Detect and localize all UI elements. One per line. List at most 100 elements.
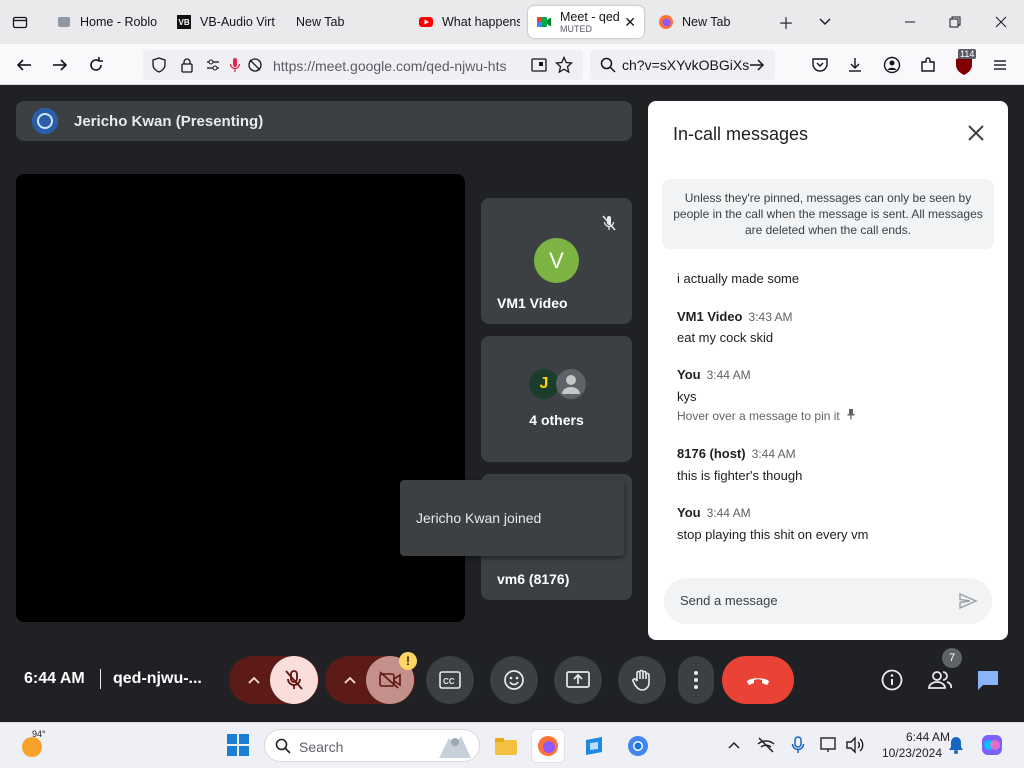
go-arrow-icon[interactable] bbox=[749, 57, 765, 78]
back-arrow-icon[interactable] bbox=[12, 53, 36, 77]
message-sender: VM1 Video bbox=[677, 309, 743, 324]
reactions-button[interactable] bbox=[490, 656, 538, 704]
close-window-icon[interactable] bbox=[991, 12, 1011, 32]
tab-vb-audio[interactable]: VB VB-Audio Virt bbox=[168, 6, 280, 38]
more-options-button[interactable] bbox=[678, 656, 714, 704]
microphone-red-icon[interactable] bbox=[227, 57, 243, 78]
message-sender: You bbox=[677, 367, 701, 382]
reload-icon[interactable] bbox=[84, 53, 108, 77]
send-icon[interactable] bbox=[958, 591, 978, 611]
tab-list-icon[interactable] bbox=[10, 12, 30, 32]
tab-new-2[interactable]: New Tab bbox=[650, 6, 760, 38]
close-tab-icon[interactable]: ✕ bbox=[624, 14, 636, 31]
account-icon[interactable] bbox=[880, 53, 904, 77]
chrome-icon[interactable] bbox=[622, 730, 654, 762]
mic-toggle-button[interactable] bbox=[270, 656, 318, 704]
audio-options-chevron-icon[interactable] bbox=[241, 656, 267, 704]
message-sender: You bbox=[677, 505, 701, 520]
meeting-info-button[interactable] bbox=[868, 656, 916, 704]
pocket-icon[interactable] bbox=[808, 53, 832, 77]
chat-panel: In-call messages Unless they're pinned, … bbox=[648, 101, 1008, 640]
presentation-video[interactable] bbox=[16, 174, 465, 622]
end-call-icon bbox=[745, 673, 771, 687]
chat-message-text[interactable]: this is fighter's though bbox=[677, 468, 802, 483]
pin-icon[interactable] bbox=[846, 408, 856, 423]
microphone-tray-icon[interactable] bbox=[788, 735, 808, 755]
address-bar[interactable]: https://meet.google.com/qed-njwu-hts bbox=[143, 50, 583, 80]
app-blue-icon[interactable] bbox=[578, 730, 610, 762]
menu-hamburger-icon[interactable] bbox=[988, 53, 1012, 77]
search-text[interactable]: ch?v=sXYvkOBGiXs bbox=[622, 57, 749, 73]
chat-message-text[interactable]: kys bbox=[677, 389, 697, 404]
url-text[interactable]: https://meet.google.com/qed-njwu-hts bbox=[273, 58, 506, 74]
video-options-chevron-icon[interactable] bbox=[337, 656, 363, 704]
display-icon[interactable] bbox=[820, 735, 840, 755]
present-screen-button[interactable] bbox=[554, 656, 602, 704]
message-sender: 8176 (host) bbox=[677, 446, 746, 461]
tab-label: New Tab bbox=[296, 15, 345, 29]
captions-button[interactable]: CC bbox=[426, 656, 474, 704]
new-tab-plus-icon[interactable]: ＋ bbox=[776, 12, 796, 33]
chat-button[interactable] bbox=[964, 656, 1012, 704]
firefox-taskbar-icon[interactable] bbox=[532, 730, 564, 762]
search-icon bbox=[275, 738, 291, 759]
chat-message-header: You 3:44 AM bbox=[677, 367, 751, 382]
windows-start-icon[interactable] bbox=[226, 733, 250, 757]
camera-blocked-icon[interactable] bbox=[247, 57, 263, 78]
tab-meet[interactable]: Meet - qed MUTED ✕ bbox=[528, 6, 644, 38]
shield-icon[interactable] bbox=[151, 57, 167, 78]
tab-new-1[interactable]: New Tab bbox=[288, 6, 398, 38]
lock-icon[interactable] bbox=[179, 57, 195, 78]
file-explorer-icon[interactable] bbox=[490, 730, 522, 762]
chat-message-text[interactable]: i actually made some bbox=[677, 271, 799, 286]
temperature: 94° bbox=[32, 729, 46, 739]
tray-overflow-chevron-icon[interactable] bbox=[724, 735, 744, 755]
chat-message-text[interactable]: eat my cock skid bbox=[677, 330, 773, 345]
download-icon[interactable] bbox=[843, 53, 867, 77]
closed-captions-icon: CC bbox=[439, 671, 461, 689]
search-bar[interactable]: ch?v=sXYvkOBGiXs bbox=[590, 50, 775, 80]
tab-youtube[interactable]: What happens bbox=[410, 6, 520, 38]
taskbar-search-label: Search bbox=[299, 739, 344, 755]
minimize-icon[interactable] bbox=[900, 12, 920, 32]
bookmark-star-icon[interactable] bbox=[554, 55, 574, 79]
tab-label: New Tab bbox=[682, 15, 731, 29]
meet-icon bbox=[536, 14, 552, 30]
raise-hand-button[interactable] bbox=[618, 656, 666, 704]
chat-message-text[interactable]: stop playing this shit on every vm bbox=[677, 527, 868, 542]
notification-bell-icon[interactable] bbox=[946, 735, 966, 755]
taskbar-clock-time[interactable]: 6:44 AM bbox=[890, 730, 950, 744]
reader-view-icon[interactable] bbox=[531, 57, 547, 78]
chat-message-header: 8176 (host) 3:44 AM bbox=[677, 446, 796, 461]
copilot-icon[interactable] bbox=[980, 733, 1004, 757]
participant-tile-vm1[interactable]: V VM1 Video bbox=[481, 198, 632, 324]
participant-tile-others[interactable]: J 4 others bbox=[481, 336, 632, 462]
extensions-puzzle-icon[interactable] bbox=[916, 53, 940, 77]
taskbar-search[interactable]: Search bbox=[264, 729, 480, 762]
permissions-icon[interactable] bbox=[205, 57, 221, 78]
meeting-code[interactable]: qed-njwu-... bbox=[113, 670, 202, 688]
pin-hint: Hover over a message to pin it bbox=[677, 408, 856, 423]
others-count-label: 4 others bbox=[529, 412, 584, 428]
volume-icon[interactable] bbox=[845, 735, 865, 755]
chat-title: In-call messages bbox=[673, 124, 809, 144]
browser-nav-bar: https://meet.google.com/qed-njwu-hts ch?… bbox=[0, 44, 1024, 85]
default-person-avatar-icon bbox=[556, 369, 586, 399]
hand-icon bbox=[631, 668, 653, 692]
restore-icon[interactable] bbox=[945, 12, 965, 32]
network-disconnected-icon[interactable] bbox=[756, 735, 776, 755]
svg-text:CC: CC bbox=[443, 677, 455, 686]
chat-message-input[interactable]: Send a message bbox=[664, 578, 992, 624]
tab-muted-label: MUTED bbox=[560, 23, 592, 34]
leave-call-button[interactable] bbox=[722, 656, 794, 704]
youtube-icon bbox=[418, 14, 434, 30]
vb-audio-icon: VB bbox=[176, 14, 192, 30]
close-chat-icon[interactable] bbox=[966, 123, 986, 143]
tab-label: What happens bbox=[442, 15, 520, 29]
search-highlight-image-icon bbox=[433, 732, 473, 765]
taskbar-clock-date[interactable]: 10/23/2024 bbox=[870, 746, 942, 760]
forward-arrow-icon[interactable] bbox=[48, 53, 72, 77]
tab-overflow-chevron-icon[interactable] bbox=[815, 12, 835, 32]
ublock-extension-icon[interactable]: 114 bbox=[952, 49, 977, 77]
tab-roblox[interactable]: Home - Roblo bbox=[48, 6, 158, 38]
